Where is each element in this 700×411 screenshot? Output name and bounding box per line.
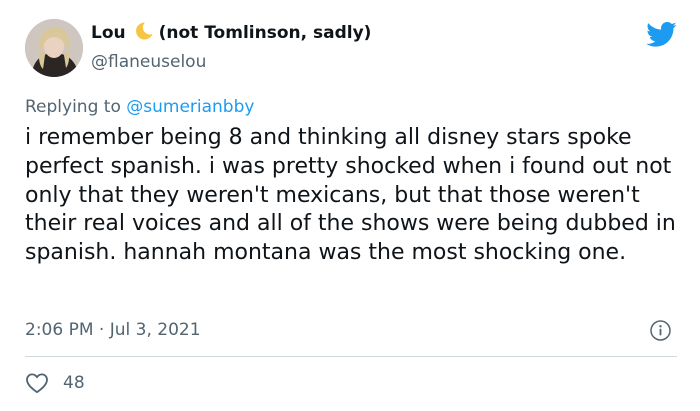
replying-to-label: Replying to bbox=[25, 97, 121, 117]
avatar[interactable] bbox=[25, 19, 83, 77]
tweet-timestamp[interactable]: 2:06 PM · Jul 3, 2021 bbox=[25, 318, 201, 342]
twitter-bird-icon[interactable] bbox=[645, 21, 677, 47]
display-name-row[interactable]: Lou (not Tomlinson, sadly) bbox=[91, 21, 371, 48]
tweet-card: Lou (not Tomlinson, sadly) @flaneuselou R… bbox=[0, 0, 700, 411]
user-handle[interactable]: @flaneuselou bbox=[91, 50, 206, 74]
replying-to-user-link[interactable]: @sumerianbby bbox=[126, 97, 254, 117]
info-icon[interactable] bbox=[650, 320, 671, 341]
tweet-time: 2:06 PM bbox=[25, 320, 94, 340]
like-button[interactable]: 48 bbox=[25, 371, 85, 395]
like-count: 48 bbox=[63, 373, 85, 393]
tweet-date: Jul 3, 2021 bbox=[109, 320, 201, 340]
heart-icon bbox=[26, 373, 48, 394]
display-name: Lou bbox=[91, 23, 126, 43]
tweet-text: i remember being 8 and thinking all disn… bbox=[25, 125, 676, 266]
replying-to: Replying to @sumerianbby bbox=[25, 95, 254, 119]
crescent-moon-emoji bbox=[134, 21, 154, 48]
divider bbox=[25, 356, 677, 357]
display-name-suffix: (not Tomlinson, sadly) bbox=[158, 23, 372, 43]
